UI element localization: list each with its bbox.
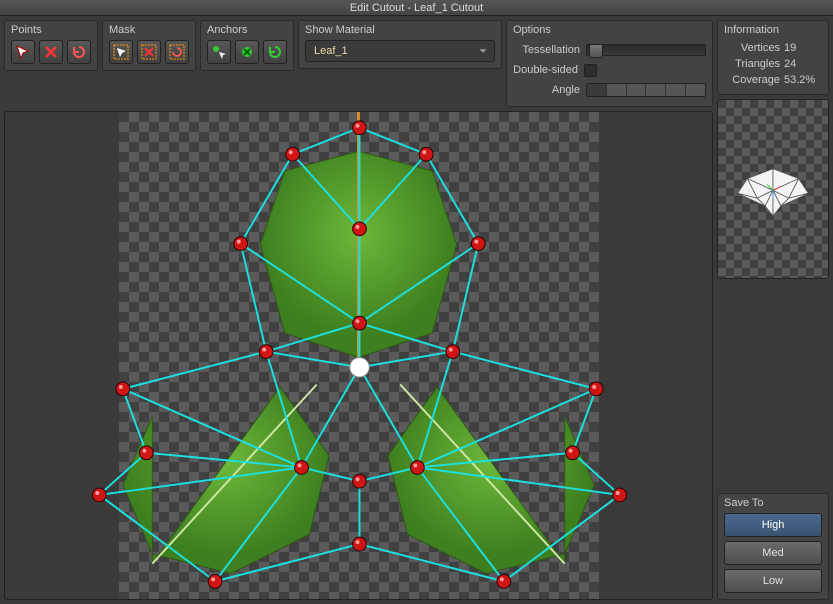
points-reset-button[interactable] xyxy=(67,40,91,64)
cursor-icon xyxy=(15,44,31,60)
anchors-panel-title: Anchors xyxy=(207,24,287,36)
tessellation-label: Tessellation xyxy=(523,44,580,56)
saveto-panel: Save To High Med Low xyxy=(717,493,829,600)
anchors-delete-button[interactable] xyxy=(235,40,259,64)
angle-label: Angle xyxy=(552,84,580,96)
mask-panel-title: Mask xyxy=(109,24,189,36)
material-panel-title: Show Material xyxy=(305,24,495,36)
vertices-label: Vertices xyxy=(724,42,780,54)
mesh-overlay xyxy=(5,112,712,600)
information-panel-title: Information xyxy=(724,24,822,36)
vertices-value: 19 xyxy=(780,42,822,54)
anchor-cursor-icon xyxy=(211,44,227,60)
options-panel-title: Options xyxy=(513,24,706,36)
anchors-select-button[interactable] xyxy=(207,40,231,64)
triangles-value: 24 xyxy=(780,58,822,70)
save-med-button[interactable]: Med xyxy=(724,541,822,565)
mask-reset-icon xyxy=(169,44,185,60)
mask-reset-button[interactable] xyxy=(165,40,189,64)
doublesided-label: Double-sided xyxy=(513,64,578,76)
angle-segments[interactable] xyxy=(586,83,706,97)
material-selected: Leaf_1 xyxy=(314,45,348,57)
anchors-panel: Anchors xyxy=(200,20,294,71)
mask-cursor-icon xyxy=(113,44,129,60)
options-panel: Options Tessellation Double-sided Angle xyxy=(506,20,713,107)
reset-icon xyxy=(71,44,87,60)
chevron-down-icon xyxy=(476,44,490,58)
information-panel: Information Vertices19 Triangles24 Cover… xyxy=(717,20,829,95)
points-select-button[interactable] xyxy=(11,40,35,64)
doublesided-checkbox[interactable] xyxy=(584,64,597,77)
preview-mesh-icon xyxy=(718,100,828,277)
viewport[interactable] xyxy=(4,111,713,600)
material-dropdown[interactable]: Leaf_1 xyxy=(305,40,495,62)
material-panel: Show Material Leaf_1 xyxy=(298,20,502,69)
mask-x-icon xyxy=(141,44,157,60)
points-delete-button[interactable] xyxy=(39,40,63,64)
anchor-x-icon xyxy=(239,44,255,60)
mesh-preview[interactable] xyxy=(717,99,829,279)
anchors-reset-button[interactable] xyxy=(263,40,287,64)
mask-select-button[interactable] xyxy=(109,40,133,64)
coverage-value: 53.2% xyxy=(780,74,822,86)
save-low-button[interactable]: Low xyxy=(724,569,822,593)
saveto-panel-title: Save To xyxy=(724,497,822,509)
points-panel-title: Points xyxy=(11,24,91,36)
window-title: Edit Cutout - Leaf_1 Cutout xyxy=(0,0,833,16)
x-icon xyxy=(43,44,59,60)
anchor-reset-icon xyxy=(267,44,283,60)
triangles-label: Triangles xyxy=(724,58,780,70)
coverage-label: Coverage xyxy=(724,74,780,86)
save-high-button[interactable]: High xyxy=(724,513,822,537)
tessellation-slider[interactable] xyxy=(586,44,706,56)
mask-panel: Mask xyxy=(102,20,196,71)
points-panel: Points xyxy=(4,20,98,71)
mask-delete-button[interactable] xyxy=(137,40,161,64)
